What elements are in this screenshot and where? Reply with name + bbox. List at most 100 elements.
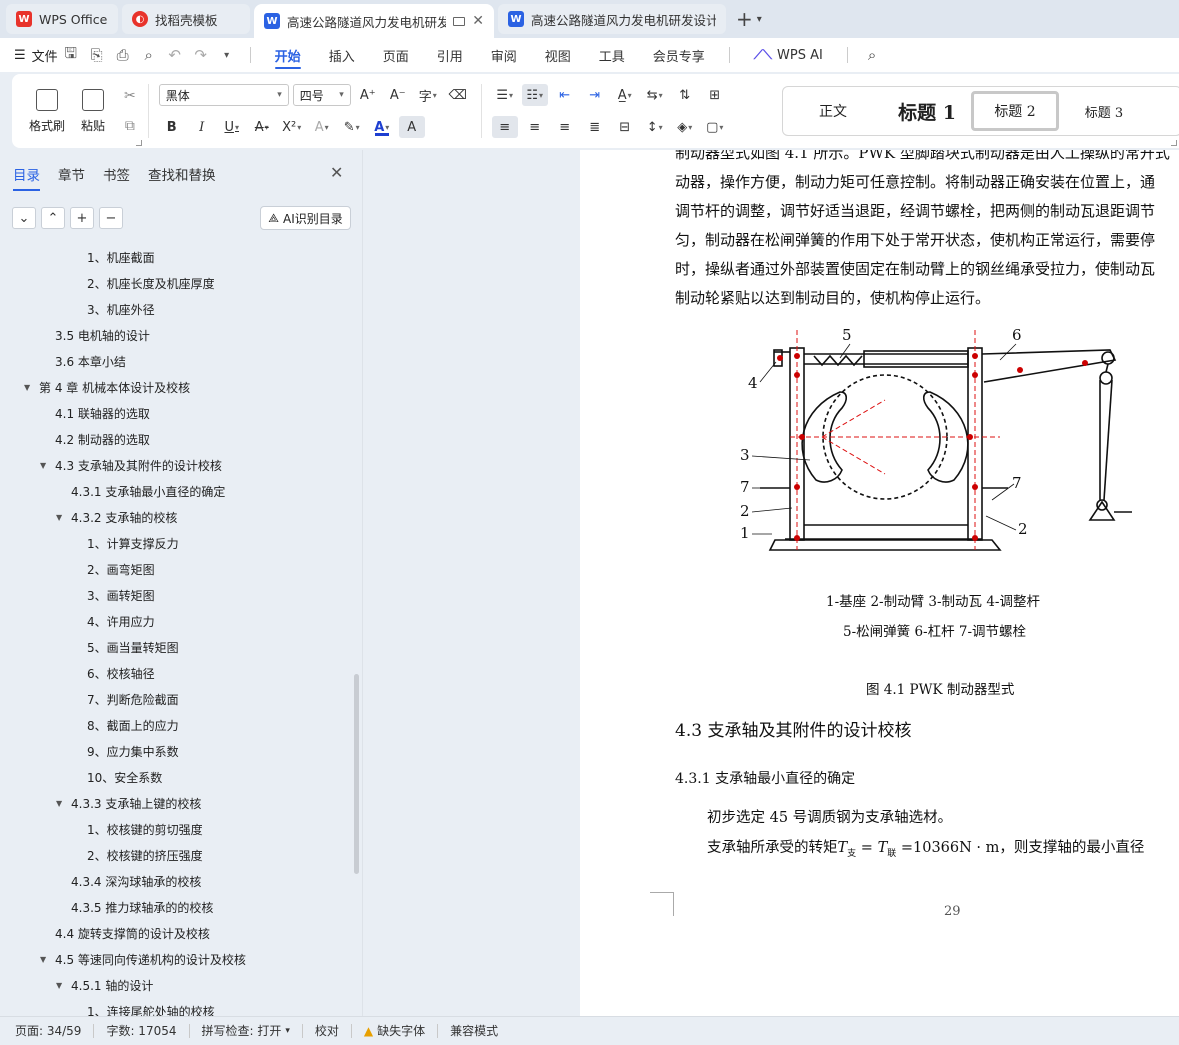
expand-triangle-icon[interactable]: ▼ [24, 383, 36, 392]
expand-triangle-icon[interactable]: ▼ [40, 955, 52, 964]
copy-icon[interactable]: ⧉ [125, 118, 135, 134]
align-left-icon[interactable]: ≡ [491, 116, 518, 138]
ai-outline-button[interactable]: ⟁ AI识别目录 [260, 206, 351, 230]
wps-ai-button[interactable]: ⟋⟍ WPS AI [740, 38, 837, 72]
increase-indent-icon[interactable]: ⇥ [582, 84, 608, 106]
tab-chapters[interactable]: 章节 [58, 164, 85, 184]
toc-item[interactable]: 3.6 本章小结 [0, 348, 355, 374]
close-icon[interactable]: ✕ [472, 13, 484, 29]
toc-item[interactable]: 3、画转矩图 [0, 582, 355, 608]
decrease-font-icon[interactable]: A⁻ [385, 84, 411, 106]
font-color-icon[interactable]: A ▾ [369, 116, 395, 138]
line-spacing-icon[interactable]: ↕ ▾ [642, 116, 668, 138]
toc-item[interactable]: 1、计算支撑反力 [0, 530, 355, 556]
highlight-icon[interactable]: ✎ ▾ [339, 116, 365, 138]
expand-down-icon[interactable]: ⌄ [12, 207, 36, 229]
sort-icon[interactable]: ⇅ [672, 84, 698, 106]
expand-triangle-icon[interactable]: ▼ [56, 513, 68, 522]
save-icon[interactable]: 🖫 [58, 43, 84, 68]
border-icon[interactable]: ▢ ▾ [702, 116, 728, 138]
dialog-launcher-icon[interactable] [135, 140, 142, 146]
bullet-list-icon[interactable]: ☰ ▾ [492, 84, 518, 106]
toc-item[interactable]: ▼ 4.3.2 支承轴的校核 [0, 504, 355, 530]
spell-check[interactable]: 拼写检查: 打开 ▾ [202, 1024, 303, 1038]
undo-icon[interactable]: ↶ [162, 46, 188, 64]
tab-bookmarks[interactable]: 书签 [103, 164, 130, 184]
style-heading-1[interactable]: 标题 1 [883, 91, 971, 131]
expand-triangle-icon[interactable]: ▼ [56, 799, 68, 808]
change-case-icon[interactable]: A̲ ▾ [612, 84, 638, 106]
file-menu[interactable]: ☰ 文件 [14, 46, 58, 65]
chevron-down-icon[interactable]: ▾ [757, 14, 762, 25]
document-page[interactable]: 制动器型式如图 4.1 所示。PWK 型脚踏块式制动器是由人工操纵的常开式 动器… [580, 150, 1179, 1016]
show-marks-icon[interactable]: ⊞ [702, 84, 728, 106]
expand-triangle-icon[interactable]: ▼ [40, 461, 52, 470]
text-direction-icon[interactable]: ⇆ ▾ [642, 84, 668, 106]
toc-item[interactable]: 2、机座长度及机座厚度 [0, 270, 355, 296]
print-icon[interactable]: ⎙ [110, 46, 136, 64]
tab-view[interactable]: 视图 [531, 38, 585, 72]
tab-member[interactable]: 会员专享 [639, 38, 719, 72]
clear-format-icon[interactable]: ⌫ [445, 84, 471, 106]
font-size-select[interactable]: 四号 ▾ [292, 84, 351, 106]
toc-item[interactable]: 9、应力集中系数 [0, 738, 355, 764]
search-icon[interactable]: ⌕ [858, 46, 886, 64]
tab-tools[interactable]: 工具 [585, 38, 639, 72]
expand-triangle-icon[interactable]: ▼ [56, 981, 68, 990]
style-normal[interactable]: 正文 [783, 91, 883, 131]
toc-item[interactable]: 3、机座外径 [0, 296, 355, 322]
phonetic-guide-icon[interactable]: 字 ▾ [415, 84, 441, 106]
tab-document-2[interactable]: W 高速公路隧道风力发电机研发设计 说 [498, 4, 726, 34]
tab-find-replace[interactable]: 查找和替换 [148, 164, 216, 184]
tab-wps-office[interactable]: W WPS Office [6, 4, 118, 34]
word-count[interactable]: 字数: 17054 [106, 1024, 190, 1038]
toc-item[interactable]: 1、机座截面 [0, 244, 355, 270]
toc-item[interactable]: 4.2 制动器的选取 [0, 426, 355, 452]
tab-references[interactable]: 引用 [423, 38, 477, 72]
paste-button[interactable]: 粘贴 [70, 88, 116, 134]
sidebar-scrollbar[interactable] [354, 674, 359, 874]
char-shading-icon[interactable]: A [398, 116, 425, 138]
toc-item[interactable]: 2、校核键的挤压强度 [0, 842, 355, 868]
toc-item[interactable]: 6、校核轴径 [0, 660, 355, 686]
align-right-icon[interactable]: ≡ [552, 116, 578, 138]
page-count[interactable]: 页面: 34/59 [15, 1024, 95, 1038]
align-center-icon[interactable]: ≡ [522, 116, 548, 138]
tab-page[interactable]: 页面 [369, 38, 423, 72]
toc-item[interactable]: 4.3.1 支承轴最小直径的确定 [0, 478, 355, 504]
numbered-list-icon[interactable]: ☷ ▾ [521, 84, 548, 106]
shading-icon[interactable]: ◈ ▾ [672, 116, 698, 138]
toc-item[interactable]: 10、安全系数 [0, 764, 355, 790]
export-icon[interactable]: ⎘ [84, 46, 110, 64]
italic-icon[interactable]: I [189, 116, 215, 138]
tab-home[interactable]: 开始 [261, 38, 315, 72]
toc-item[interactable]: ▼ 4.5.1 轴的设计 [0, 972, 355, 998]
toc-item[interactable]: ▼ 4.3 支承轴及其附件的设计校核 [0, 452, 355, 478]
distributed-icon[interactable]: ⊟ [612, 116, 638, 138]
decrease-indent-icon[interactable]: ⇤ [552, 84, 578, 106]
missing-font[interactable]: ▲ 缺失字体 [364, 1024, 439, 1038]
print-preview-icon[interactable]: ⌕ [136, 46, 162, 64]
toc-item[interactable]: 4.1 联轴器的选取 [0, 400, 355, 426]
justify-icon[interactable]: ≣ [582, 116, 608, 138]
tab-document-active[interactable]: W 高速公路隧道风力发电机研发 ✕ [254, 4, 494, 38]
toc-item[interactable]: 4.4 旋转支撑筒的设计及校核 [0, 920, 355, 946]
format-painter-button[interactable]: 格式刷 [24, 88, 70, 134]
close-icon[interactable]: ✕ [330, 163, 343, 182]
tab-insert[interactable]: 插入 [315, 38, 369, 72]
text-effect-icon[interactable]: A ▾ [309, 116, 335, 138]
tab-daoke-templates[interactable]: ◐ 找稻壳模板 [122, 4, 250, 34]
redo-icon[interactable]: ↷ [188, 46, 214, 64]
new-tab-plus-icon[interactable]: + [736, 7, 753, 31]
proofread[interactable]: 校对 [315, 1024, 352, 1038]
style-heading-2[interactable]: 标题 2 [971, 91, 1059, 131]
toc-item[interactable]: 4.3.4 深沟球轴承的校核 [0, 868, 355, 894]
toc-item[interactable]: 4、许用应力 [0, 608, 355, 634]
add-icon[interactable]: + [70, 207, 94, 229]
dialog-launcher-icon[interactable] [1171, 140, 1177, 146]
toc-item[interactable]: 3.5 电机轴的设计 [0, 322, 355, 348]
toc-item[interactable]: 1、校核键的剪切强度 [0, 816, 355, 842]
bold-icon[interactable]: B [159, 116, 185, 138]
toc-item[interactable]: ▼ 4.3.3 支承轴上键的校核 [0, 790, 355, 816]
collapse-up-icon[interactable]: ⌃ [41, 207, 65, 229]
